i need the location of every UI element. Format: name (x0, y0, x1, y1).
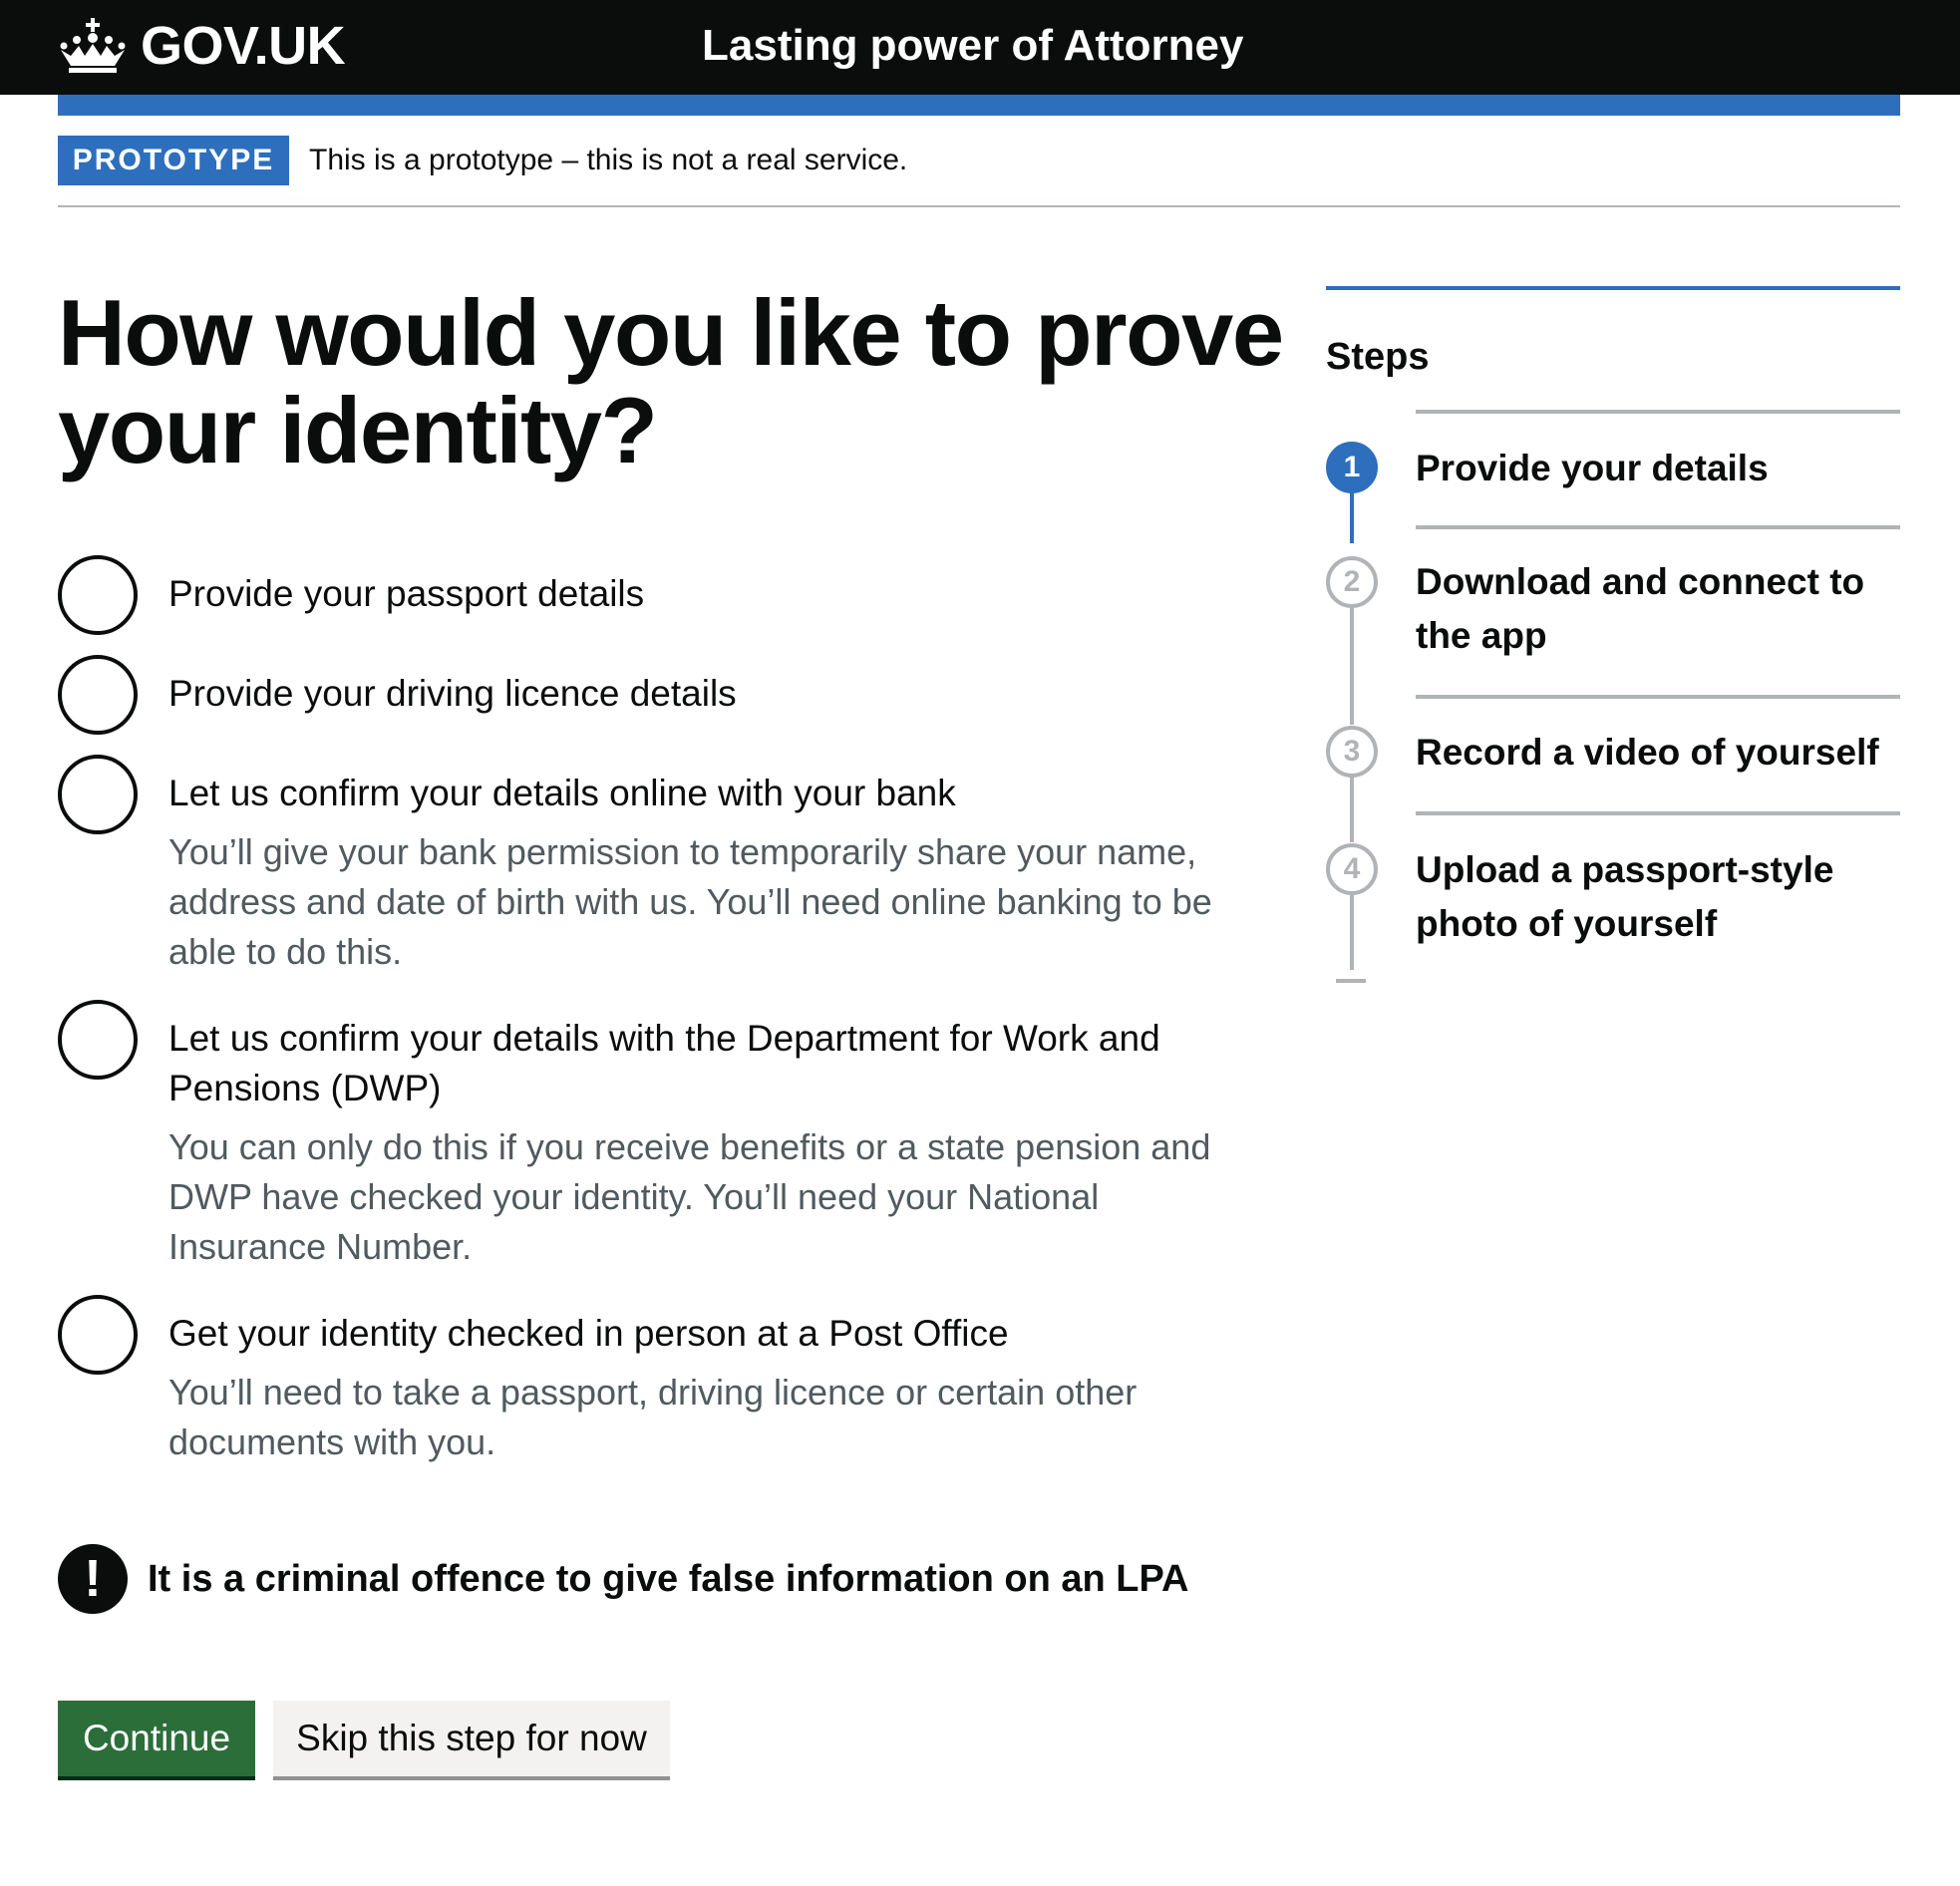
continue-button[interactable]: Continue (58, 1701, 255, 1776)
warning-icon: ! (58, 1544, 128, 1614)
radio-button[interactable] (58, 1295, 138, 1375)
warning-text: It is a criminal offence to give false i… (148, 1558, 1189, 1600)
steps-title: Steps (1326, 336, 1430, 378)
header-blue-bar (58, 95, 1900, 116)
page-title: How would you like to prove your identit… (58, 280, 1284, 482)
radio-label[interactable]: Let us confirm your details with the Dep… (168, 1014, 1265, 1113)
step-number-4: 4 (1326, 843, 1378, 895)
govuk-logo[interactable]: GOV.UK (57, 14, 346, 78)
skip-step-button[interactable]: Skip this step for now (273, 1701, 670, 1776)
radio-hint: You’ll give your bank permission to temp… (168, 831, 1212, 972)
radio-button[interactable] (58, 555, 138, 635)
warning-text-block: ! It is a criminal offence to give false… (58, 1544, 1254, 1616)
govuk-logo-text: GOV.UK (141, 16, 346, 76)
step-number-1: 1 (1326, 442, 1378, 493)
radio-button[interactable] (58, 755, 138, 834)
phase-banner-text: This is a prototype – this is not a real… (309, 144, 908, 176)
radio-hint: You’ll need to take a passport, driving … (168, 1372, 1138, 1462)
step-divider (1416, 525, 1900, 529)
step-divider (1416, 695, 1900, 699)
step-label-3[interactable]: Record a video of yourself (1416, 726, 1900, 780)
radio-hint: You can only do this if you receive bene… (168, 1126, 1211, 1267)
radio-label[interactable]: Get your identity checked in person at a… (168, 1309, 1265, 1359)
radio-label[interactable]: Provide your driving licence details (168, 669, 1265, 719)
radio-label[interactable]: Provide your passport details (168, 569, 1265, 619)
step-divider (1416, 811, 1900, 815)
step-divider (1416, 410, 1900, 414)
step-label-2[interactable]: Download and connect to the app (1416, 555, 1900, 663)
site-header: GOV.UK Lasting power of Attorney (0, 0, 1960, 95)
steps-end-marker (1336, 979, 1366, 983)
radio-label[interactable]: Let us confirm your details online with … (168, 769, 1265, 818)
step-number-3: 3 (1326, 726, 1378, 778)
step-label-4[interactable]: Upload a passport-style photo of yoursel… (1416, 843, 1900, 951)
phase-tag: PROTOTYPE (58, 136, 289, 185)
phase-banner: PROTOTYPE This is a prototype – this is … (58, 136, 1900, 207)
radio-button[interactable] (58, 1000, 138, 1080)
steps-top-border (1326, 286, 1900, 290)
radio-button[interactable] (58, 655, 138, 735)
step-label-1[interactable]: Provide your details (1416, 442, 1900, 495)
service-name[interactable]: Lasting power of Attorney (702, 17, 1244, 75)
crown-icon (60, 18, 126, 73)
step-number-2: 2 (1326, 556, 1378, 608)
